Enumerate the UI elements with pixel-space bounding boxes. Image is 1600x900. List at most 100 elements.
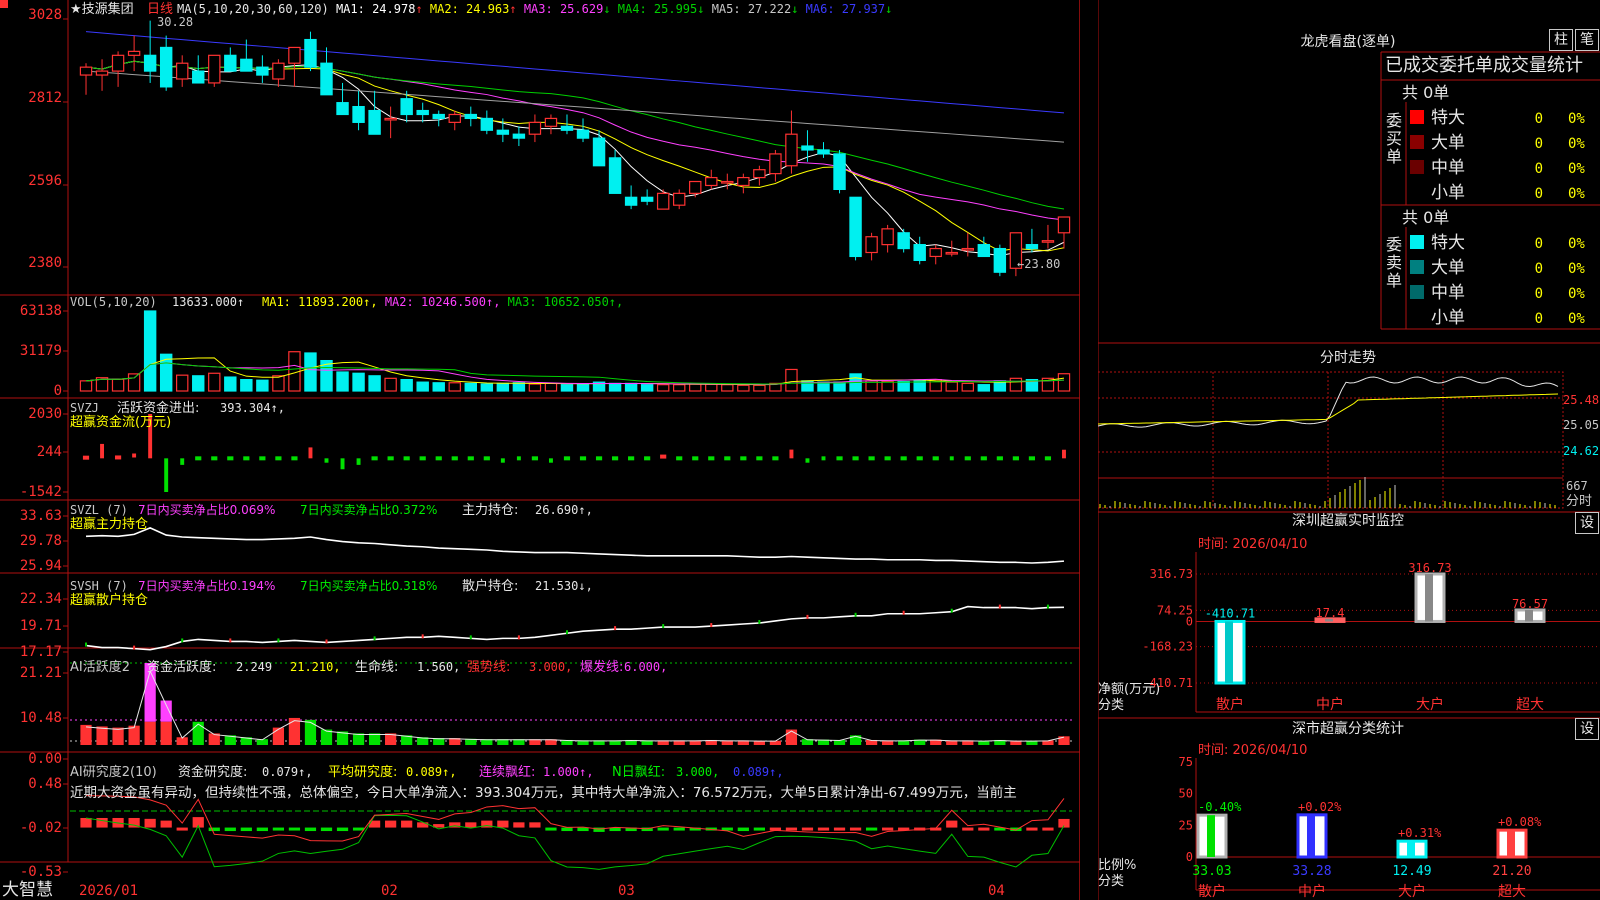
intraday-frame bbox=[1098, 371, 1564, 509]
order-count: 0 bbox=[1535, 111, 1543, 127]
svzj-tick: 2030 bbox=[28, 406, 62, 422]
research-bar bbox=[96, 817, 108, 828]
ma-line bbox=[85, 31, 1065, 114]
flow-bar bbox=[516, 456, 521, 461]
classify-category: 散户 bbox=[1198, 883, 1226, 900]
activity-bar bbox=[112, 727, 124, 745]
ai2-text3: 连续飘红: bbox=[479, 764, 535, 780]
order-size-label: 中单 bbox=[1431, 283, 1465, 303]
research-bar bbox=[657, 827, 669, 831]
classify-y-tick: 50 bbox=[1179, 787, 1193, 801]
volume-bar bbox=[640, 384, 654, 392]
classify-change-label: -0.40% bbox=[1198, 800, 1242, 814]
holding-marker bbox=[806, 614, 809, 619]
volume-bar bbox=[881, 380, 894, 392]
flow-bar bbox=[884, 456, 891, 461]
activity-bar bbox=[288, 717, 301, 745]
flow-bar bbox=[340, 458, 345, 470]
classify-settings-button[interactable]: 设 bbox=[1575, 718, 1599, 740]
holding-marker bbox=[277, 638, 280, 643]
vol-tick: 63138 bbox=[20, 303, 62, 319]
price-tick: 3028 bbox=[28, 7, 62, 23]
classify-category: 大户 bbox=[1398, 883, 1426, 900]
holding-marker bbox=[662, 624, 665, 629]
ai2-tick: 0.48 bbox=[28, 776, 62, 792]
classify-bar-chart: 75 50 25 0 -0.40% 33.03 散户 +0.02% 33.28 中户 +0.31% 1… bbox=[1179, 755, 1600, 900]
order-percent: 0% bbox=[1568, 111, 1585, 127]
holding-marker bbox=[469, 635, 472, 640]
holding-marker bbox=[133, 645, 136, 650]
research-bar bbox=[946, 820, 958, 828]
order-count: 0 bbox=[1535, 136, 1543, 152]
monitor-settings-button[interactable]: 设 bbox=[1575, 512, 1599, 534]
order-count: 0 bbox=[1535, 261, 1543, 277]
flow-bar bbox=[275, 456, 282, 461]
candle-body bbox=[993, 247, 1007, 273]
flow-bar bbox=[563, 456, 571, 461]
classify-change-label: +0.08% bbox=[1498, 815, 1542, 829]
candle-body bbox=[833, 153, 846, 191]
monitor-ylabel: 净额(万元) bbox=[1098, 682, 1160, 697]
monitor-bar-chart: 316.7374.250-168.23-410.71-410.71散户17.4中… bbox=[1142, 552, 1600, 713]
order-size-label: 大单 bbox=[1431, 133, 1465, 153]
ai2-value1: 0.079↑, bbox=[262, 765, 313, 779]
candle-body bbox=[961, 247, 975, 251]
volume-bar bbox=[432, 382, 445, 392]
flow-bar bbox=[211, 456, 218, 461]
research-bar bbox=[1042, 827, 1054, 831]
stock-chart[interactable]: ★技源集团 日线 MA(5,10,20,30,60,120) MA1: 24.9… bbox=[0, 0, 1080, 900]
activity-bar bbox=[368, 733, 381, 745]
monitor-category: 散户 bbox=[1216, 696, 1244, 713]
ai1-tick: 0.00 bbox=[28, 751, 62, 767]
intraday-chart bbox=[1098, 371, 1564, 509]
candle-body bbox=[352, 105, 365, 123]
volume-bar bbox=[705, 383, 718, 392]
svzl-line bbox=[85, 527, 1065, 564]
candle-body bbox=[224, 54, 237, 72]
holding-marker bbox=[421, 634, 424, 639]
research-bar bbox=[865, 827, 878, 831]
bar-view-button[interactable]: 柱 bbox=[1549, 29, 1573, 51]
ai2-commentary: 近期大资金虽有异动，但持续性不强，总体偏空，今日大单净流入：393.304万元，… bbox=[70, 784, 1017, 801]
svzl-subtitle: 超赢主力持仓 bbox=[70, 516, 148, 532]
research-bar bbox=[753, 827, 765, 831]
holding-marker bbox=[565, 630, 568, 635]
price-tick: 2812 bbox=[28, 90, 62, 106]
ma-legend-arrow: ↓ bbox=[791, 2, 805, 16]
ai1-tick: 21.21 bbox=[20, 665, 62, 681]
activity-bar bbox=[304, 719, 317, 745]
research-bar bbox=[817, 827, 830, 831]
volume-bar bbox=[256, 379, 269, 392]
flow-bar bbox=[403, 456, 410, 461]
candle-body bbox=[512, 133, 526, 139]
candle-body bbox=[640, 196, 654, 202]
holding-marker bbox=[229, 638, 232, 643]
research-bar bbox=[497, 820, 509, 828]
x-tick-label: 03 bbox=[618, 883, 635, 899]
holding-marker bbox=[1046, 604, 1049, 609]
research-bar bbox=[785, 827, 798, 831]
volume-bar bbox=[224, 376, 237, 392]
volume-bar bbox=[304, 352, 317, 392]
activity-bar bbox=[80, 724, 92, 745]
holding-marker bbox=[373, 636, 376, 641]
tick-view-button[interactable]: 笔 bbox=[1575, 29, 1599, 51]
ai1-value4: 3.000, bbox=[529, 660, 572, 674]
research-bar bbox=[224, 827, 236, 832]
vol-tick: 0 bbox=[54, 383, 62, 399]
candle-body bbox=[79, 66, 93, 76]
order-percent: 0% bbox=[1568, 236, 1585, 252]
svsh-tick: 19.71 bbox=[20, 618, 62, 634]
research-bar bbox=[849, 827, 862, 831]
svzj-value: 393.304↑, bbox=[220, 401, 285, 415]
order-percent: 0% bbox=[1568, 136, 1585, 152]
flow-bar bbox=[772, 456, 779, 461]
monitor-date: 时间: 2026/04/10 bbox=[1198, 537, 1307, 552]
ai2-value5: 0.089↑, bbox=[733, 765, 784, 779]
x-tick-label: 02 bbox=[381, 883, 398, 899]
candle-body bbox=[127, 50, 141, 56]
volume-bar bbox=[945, 381, 958, 392]
monitor-ylabel2: 分类 bbox=[1098, 698, 1124, 713]
legend-swatch bbox=[1410, 235, 1424, 249]
flow-bar bbox=[821, 456, 826, 461]
